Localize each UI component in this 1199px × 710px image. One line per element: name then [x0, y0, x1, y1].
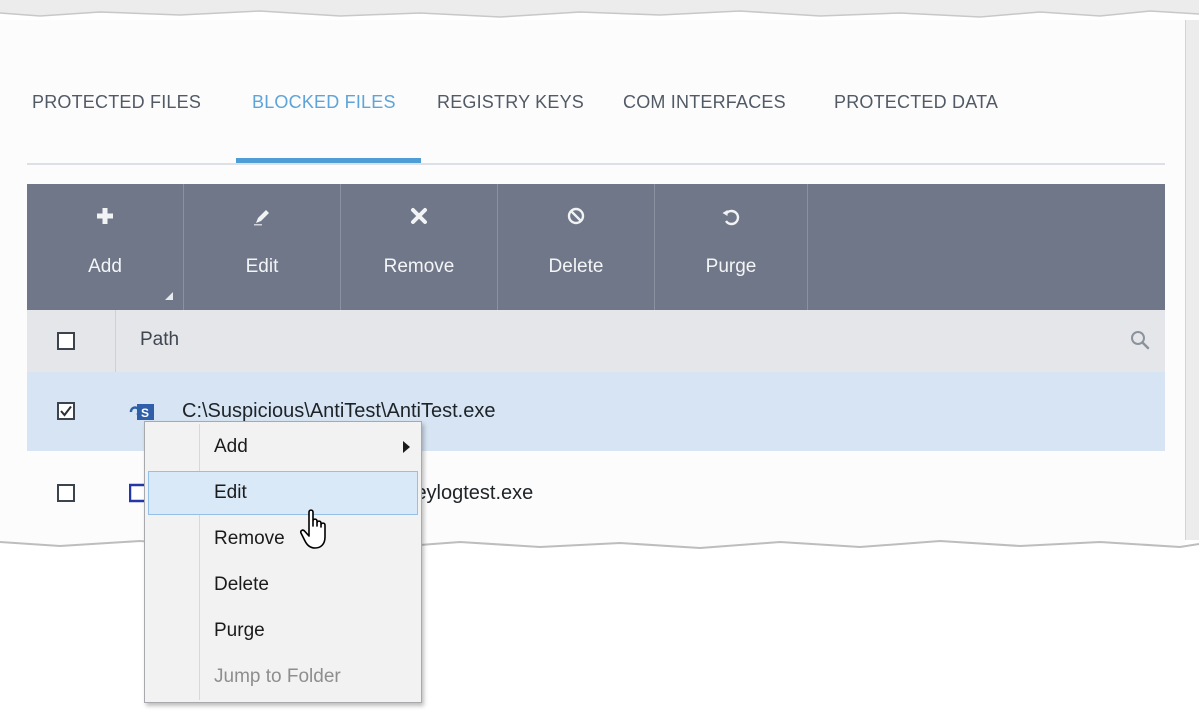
submenu-arrow-icon [403, 441, 410, 453]
row-checkbox[interactable] [57, 484, 75, 502]
menu-item-edit-label: Edit [214, 482, 247, 503]
pencil-icon [184, 206, 340, 230]
edit-button-label: Edit [245, 256, 279, 277]
select-all-checkbox[interactable] [57, 332, 75, 350]
torn-edge-top [0, 0, 1199, 18]
remove-button-label: Remove [383, 256, 455, 277]
menu-item-jump-to-folder: Jump to Folder [148, 655, 418, 699]
purge-button[interactable]: Purge [655, 184, 808, 310]
context-menu: Add Edit Remove Delete Purge Jump to Fol… [144, 421, 422, 703]
tab-protected-files[interactable]: PROTECTED FILES [32, 92, 201, 113]
prohibited-icon [498, 206, 654, 230]
tab-registry-keys[interactable]: REGISTRY KEYS [437, 92, 584, 113]
menu-item-add-label: Add [214, 436, 248, 457]
toolbar: Add Edit Remove Delete Purge [27, 184, 1165, 310]
tab-blocked-files[interactable]: BLOCKED FILES [252, 92, 396, 113]
edit-button[interactable]: Edit [184, 184, 341, 310]
row-path: C:\Suspicious\AntiTest\AntiTest.exe [182, 400, 496, 422]
delete-button[interactable]: Delete [498, 184, 655, 310]
path-column-header[interactable]: Path [140, 329, 179, 351]
menu-item-purge[interactable]: Purge [148, 609, 418, 653]
checkmark-icon [60, 405, 72, 417]
menu-item-delete[interactable]: Delete [148, 563, 418, 607]
row-checkbox[interactable] [57, 402, 75, 420]
menu-item-remove-label: Remove [214, 528, 285, 549]
tab-com-interfaces[interactable]: COM INTERFACES [623, 92, 786, 113]
menu-item-add[interactable]: Add [148, 425, 418, 469]
delete-button-label: Delete [548, 256, 604, 277]
select-all-cell [27, 310, 116, 372]
dropdown-corner-icon [165, 292, 173, 300]
add-button[interactable]: Add [27, 184, 184, 310]
tab-protected-data[interactable]: PROTECTED DATA [834, 92, 998, 113]
menu-item-edit[interactable]: Edit [148, 471, 418, 515]
svg-text:S: S [141, 406, 149, 420]
menu-item-remove[interactable]: Remove [148, 517, 418, 561]
hand-cursor-icon [300, 509, 326, 549]
menu-item-jump-to-folder-label: Jump to Folder [214, 666, 341, 687]
table-header: Path [27, 310, 1165, 372]
refresh-icon [655, 206, 807, 230]
x-icon [341, 206, 497, 230]
menu-item-purge-label: Purge [214, 620, 265, 641]
torn-edge-right [1185, 20, 1199, 540]
remove-button[interactable]: Remove [341, 184, 498, 310]
add-button-label: Add [88, 256, 122, 277]
tabs-divider [27, 163, 1165, 165]
menu-item-delete-label: Delete [214, 574, 269, 595]
purge-button-label: Purge [705, 256, 757, 277]
search-icon[interactable] [1129, 329, 1151, 356]
plus-icon [27, 206, 183, 230]
